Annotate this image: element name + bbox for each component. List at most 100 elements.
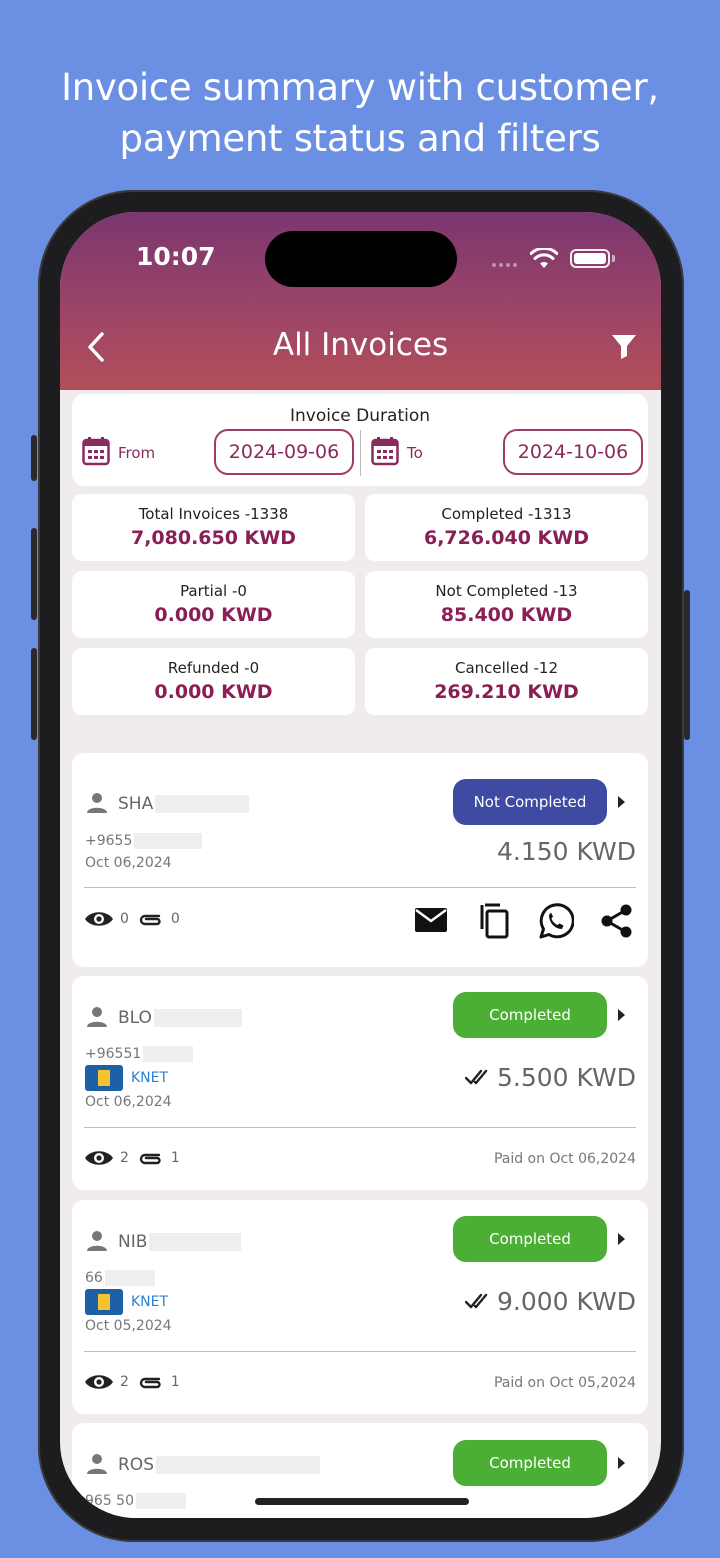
app-screen: 10:07 All Invoices Invoice Duration From… [60, 212, 661, 1518]
status-badge[interactable]: Not Completed [453, 779, 607, 825]
copy-icon[interactable] [476, 903, 510, 939]
invoice-card[interactable]: SHA Not Completed +9655 Oct 06,2024 4.15… [72, 753, 648, 967]
email-icon[interactable] [414, 905, 448, 935]
eye-icon [85, 912, 113, 926]
promo-line-1: Invoice summary with customer, [61, 66, 659, 109]
caret-right-icon[interactable] [618, 1233, 625, 1245]
status-badge[interactable]: Completed [453, 1440, 607, 1486]
battery-tip [612, 255, 615, 262]
invoice-counts: 2 1 [84, 1372, 180, 1392]
stat-label: Total Invoices -1338 [138, 505, 289, 523]
eye-icon [85, 1375, 113, 1389]
dynamic-island [265, 231, 457, 287]
signal-icon [492, 263, 517, 267]
customer-name-text: SHA [118, 794, 154, 814]
promo-caption: Invoice summary with customer, payment s… [0, 62, 720, 164]
from-date-field[interactable]: 2024-09-06 [214, 429, 354, 475]
eye-icon [85, 1151, 113, 1165]
duration-card: Invoice Duration From 2024-09-06 To 2024… [72, 394, 648, 486]
invoice-card[interactable]: NIB Completed 66 KNET Oct 05,2024 9.000 … [72, 1200, 648, 1414]
attachment-count: 0 [170, 911, 180, 927]
customer-name: ROS [118, 1455, 320, 1475]
caret-right-icon[interactable] [618, 796, 625, 808]
customer-phone: 66 [85, 1270, 155, 1286]
knet-logo-icon [85, 1065, 123, 1091]
invoice-amount: 5.500 KWD [497, 1063, 636, 1092]
view-count: 0 [120, 911, 129, 927]
customer-phone-text: +9655 [85, 833, 133, 849]
redacted-block [136, 1493, 186, 1509]
volume-down-button [31, 648, 37, 740]
stat-label: Not Completed -13 [435, 582, 578, 600]
person-icon [87, 793, 107, 813]
status-badge[interactable]: Completed [453, 1216, 607, 1262]
invoice-amount: 9.000 KWD [497, 1287, 636, 1316]
wifi-icon [530, 248, 558, 268]
card-divider [84, 887, 636, 888]
person-icon [87, 1007, 107, 1027]
stat-not-completed[interactable]: Not Completed -13 85.400 KWD [365, 571, 648, 638]
calendar-icon [371, 437, 399, 466]
invoice-date: Oct 05,2024 [85, 1318, 172, 1334]
home-indicator[interactable] [255, 1498, 469, 1505]
person-icon [87, 1454, 107, 1474]
payment-method: KNET [85, 1065, 168, 1091]
paperclip-icon [139, 1153, 161, 1165]
page-title: All Invoices [272, 327, 449, 363]
from-label: From [118, 444, 156, 462]
attachment-count: 1 [170, 1150, 180, 1166]
to-date-field[interactable]: 2024-10-06 [503, 429, 643, 475]
paid-date: Paid on Oct 06,2024 [493, 1151, 636, 1167]
customer-phone-text: 66 [85, 1270, 103, 1286]
stat-value: 269.210 KWD [434, 681, 579, 703]
customer-phone: +96551 [85, 1046, 194, 1062]
attachment-count: 1 [170, 1374, 180, 1390]
customer-phone-text: +96551 [85, 1046, 142, 1062]
customer-phone: +9655 [85, 833, 203, 849]
redacted-block [143, 1046, 194, 1062]
caret-right-icon[interactable] [618, 1009, 625, 1021]
customer-phone: 965 50 [85, 1493, 186, 1509]
stat-value: 85.400 KWD [440, 604, 573, 626]
customer-name-text: ROS [118, 1455, 154, 1475]
stat-partial[interactable]: Partial -0 0.000 KWD [72, 571, 355, 638]
redacted-block [155, 795, 250, 813]
redacted-block [134, 833, 203, 849]
view-count: 2 [120, 1374, 129, 1390]
payment-method-label: KNET [131, 1070, 169, 1086]
whatsapp-icon[interactable] [536, 903, 574, 941]
invoice-date: Oct 06,2024 [85, 1094, 172, 1110]
stat-cancelled[interactable]: Cancelled -12 269.210 KWD [365, 648, 648, 715]
side-button [31, 435, 37, 481]
status-badge[interactable]: Completed [453, 992, 607, 1038]
to-label: To [407, 444, 423, 462]
caret-right-icon[interactable] [618, 1457, 625, 1469]
share-icon[interactable] [600, 903, 634, 939]
calendar-icon [82, 437, 110, 466]
invoice-date: Oct 06,2024 [85, 855, 172, 871]
invoice-card[interactable]: BLO Completed +96551 KNET Oct 06,2024 5.… [72, 976, 648, 1190]
redacted-block [155, 1456, 320, 1474]
card-divider [84, 1127, 636, 1128]
stat-total-invoices[interactable]: Total Invoices -1338 7,080.650 KWD [72, 494, 355, 561]
paperclip-icon [139, 914, 161, 926]
stat-completed[interactable]: Completed -1313 6,726.040 KWD [365, 494, 648, 561]
paperclip-icon [139, 1377, 161, 1389]
power-button [684, 590, 690, 740]
invoice-counts: 2 1 [84, 1148, 180, 1168]
customer-name-text: BLO [118, 1008, 152, 1028]
status-time: 10:07 [136, 242, 216, 271]
volume-up-button [31, 528, 37, 620]
stat-label: Partial -0 [180, 582, 247, 600]
customer-phone-text: 965 50 [85, 1493, 134, 1509]
view-count: 2 [120, 1150, 129, 1166]
redacted-block [153, 1009, 242, 1027]
redacted-block [104, 1270, 155, 1286]
filter-icon[interactable] [610, 332, 638, 360]
stat-label: Refunded -0 [167, 659, 260, 677]
invoice-amount: 4.150 KWD [497, 837, 636, 866]
invoice-counts: 0 0 [84, 909, 180, 929]
customer-name: BLO [118, 1008, 242, 1028]
payment-method-label: KNET [131, 1294, 169, 1310]
stat-refunded[interactable]: Refunded -0 0.000 KWD [72, 648, 355, 715]
